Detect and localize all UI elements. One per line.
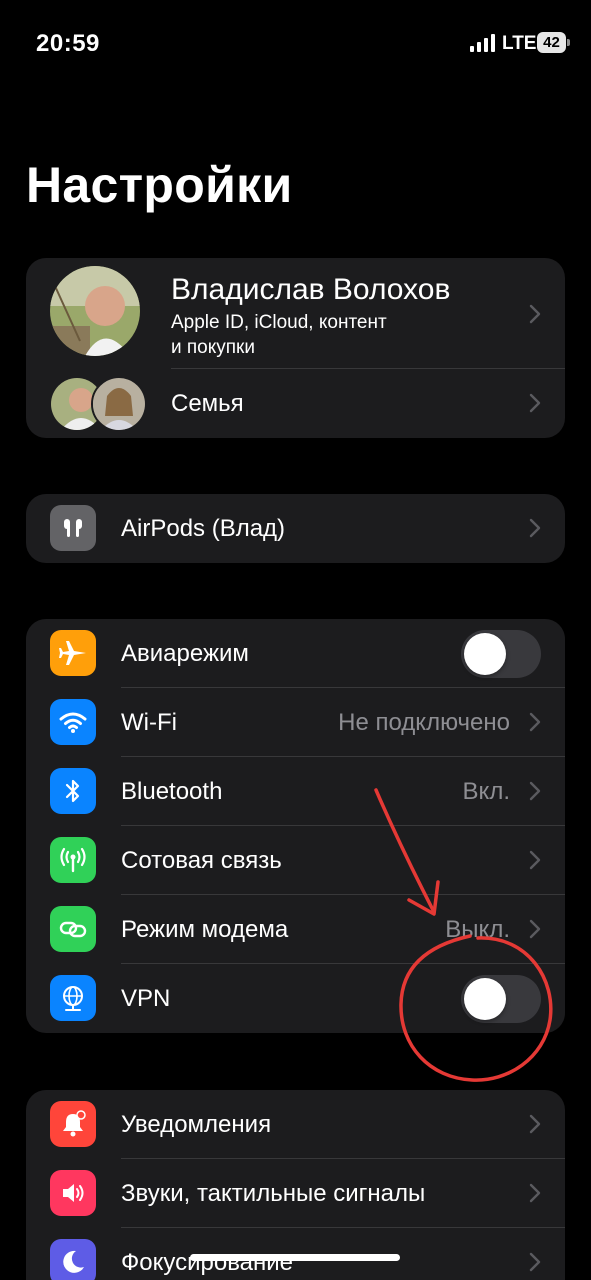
battery-icon: 42 — [537, 32, 570, 53]
apple-id-row[interactable]: Владислав Волохов Apple ID, iCloud, конт… — [26, 258, 565, 368]
chevron-right-icon — [529, 919, 541, 939]
chevron-right-icon — [529, 850, 541, 870]
airplane-icon — [50, 630, 96, 676]
vpn-toggle[interactable] — [461, 975, 541, 1023]
family-label: Семья — [171, 390, 244, 417]
airplane-mode-toggle[interactable] — [461, 630, 541, 678]
hotspot-label: Режим модема — [121, 916, 289, 943]
airplane-mode-row: Авиарежим — [26, 619, 565, 688]
bell-icon — [50, 1101, 96, 1147]
vpn-row: VPN — [26, 964, 565, 1033]
chevron-right-icon — [529, 781, 541, 801]
page-title: Настройки — [26, 157, 293, 213]
bluetooth-icon — [50, 768, 96, 814]
battery-level: 42 — [537, 32, 566, 53]
chevron-right-icon — [529, 393, 541, 413]
bluetooth-row[interactable]: Bluetooth Вкл. — [26, 757, 565, 826]
bluetooth-label: Bluetooth — [121, 778, 223, 805]
bluetooth-value: Вкл. — [462, 778, 510, 805]
chevron-right-icon — [529, 1114, 541, 1134]
vpn-label: VPN — [121, 985, 171, 1012]
signal-strength-icon — [470, 34, 496, 52]
profile-subtitle-1: Apple ID, iCloud, контент — [171, 312, 387, 333]
wifi-label: Wi-Fi — [121, 709, 177, 736]
airpods-row[interactable]: AirPods (Влад) — [26, 494, 565, 563]
wifi-icon — [50, 699, 96, 745]
family-member-avatar — [91, 376, 147, 432]
antenna-icon — [50, 837, 96, 883]
wifi-value: Не подключено — [338, 709, 510, 736]
airplane-mode-label: Авиарежим — [121, 640, 249, 667]
link-icon — [50, 906, 96, 952]
profile-name: Владислав Волохов — [171, 273, 451, 306]
globe-icon — [50, 975, 96, 1021]
cellular-row[interactable]: Сотовая связь — [26, 826, 565, 895]
sounds-row[interactable]: Звуки, тактильные сигналы — [26, 1159, 565, 1228]
home-indicator[interactable] — [190, 1254, 400, 1261]
status-time: 20:59 — [36, 30, 100, 57]
settings-screen: 20:59 LTE 42 Настройки Владислав Волохов… — [0, 0, 591, 1280]
network-type: LTE — [502, 33, 537, 54]
moon-icon — [50, 1239, 96, 1280]
wifi-row[interactable]: Wi-Fi Не подключено — [26, 688, 565, 757]
status-bar: 20:59 LTE 42 — [0, 0, 591, 88]
speaker-icon — [50, 1170, 96, 1216]
notifications-label: Уведомления — [121, 1111, 272, 1138]
chevron-right-icon — [529, 304, 541, 324]
sounds-label: Звуки, тактильные сигналы — [121, 1180, 426, 1207]
hotspot-row[interactable]: Режим модема Выкл. — [26, 895, 565, 964]
airpods-group: AirPods (Влад) — [26, 494, 565, 563]
notifications-row[interactable]: Уведомления — [26, 1090, 565, 1159]
profile-subtitle-2: и покупки — [171, 337, 255, 358]
cellular-label: Сотовая связь — [121, 847, 282, 874]
airpods-icon — [50, 505, 96, 551]
chevron-right-icon — [529, 712, 541, 732]
chevron-right-icon — [529, 1252, 541, 1272]
notifications-group: Уведомления Звуки, тактильные сигналы Фо… — [26, 1090, 565, 1280]
profile-group: Владислав Волохов Apple ID, iCloud, конт… — [26, 258, 565, 438]
family-row[interactable]: Семья — [26, 369, 565, 438]
chevron-right-icon — [529, 1183, 541, 1203]
chevron-right-icon — [529, 518, 541, 538]
avatar — [50, 266, 140, 356]
airpods-label: AirPods (Влад) — [121, 515, 286, 542]
hotspot-value: Выкл. — [445, 916, 510, 943]
connectivity-group: Авиарежим Wi-Fi Не подключено Bluetooth … — [26, 619, 565, 1033]
